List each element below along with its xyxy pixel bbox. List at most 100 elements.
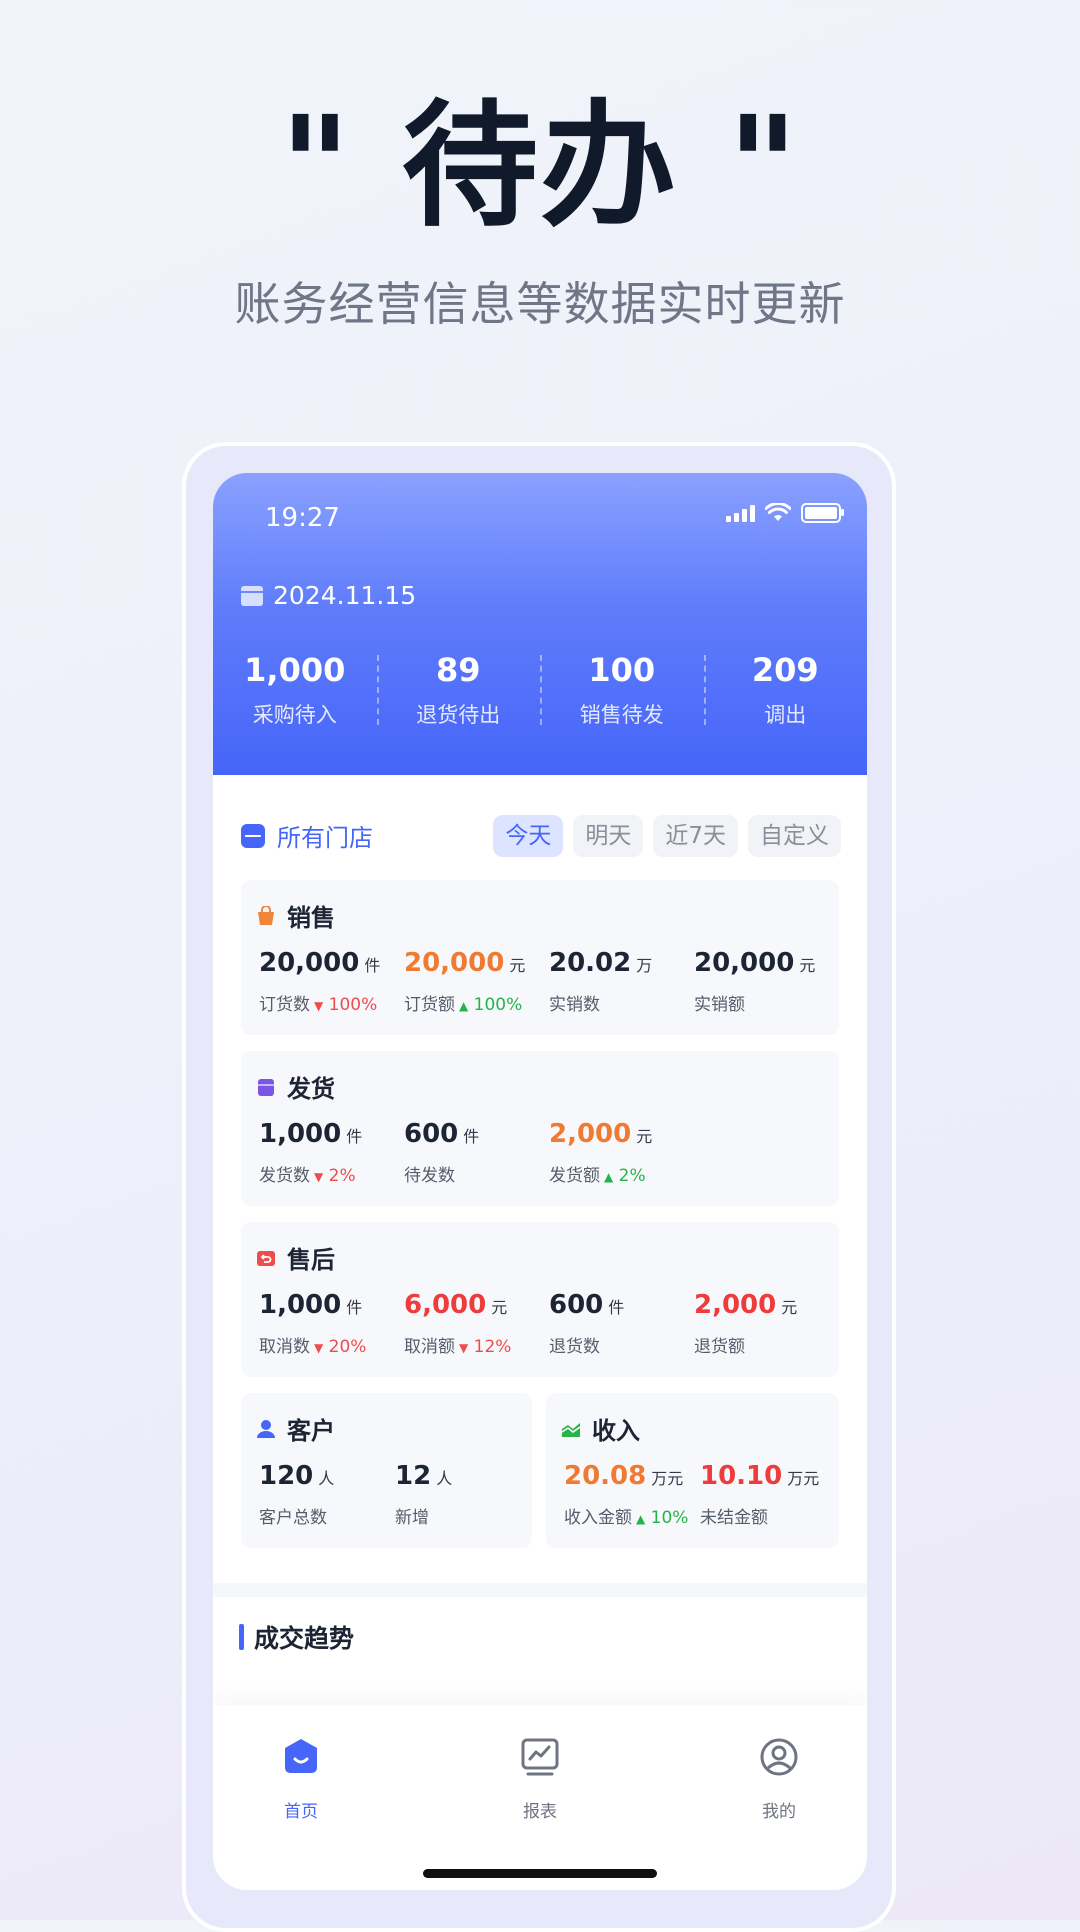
metric-unit: 件 <box>346 1298 363 1317</box>
metrics-row: 1,000 件 取消数 ▼ 20% 6,000 元 取消额 ▼ 12% 600 件 退货数… <box>259 1290 839 1357</box>
metric-label: 收入金额 <box>564 1508 632 1528</box>
metric-label: 退货数 <box>549 1337 600 1357</box>
income-card[interactable]: 收入 20.08 万元 收入金额 ▲ 10% 10.10 万元 未结金额 <box>546 1393 839 1548</box>
stat-label: 调出 <box>764 703 807 727</box>
after-sales-card[interactable]: 售后 1,000 件 取消数 ▼ 20% 6,000 元 取消额 ▼ 12% 600 件 … <box>241 1222 839 1377</box>
metric-label: 客户总数 <box>259 1508 327 1528</box>
stat-value: 100 <box>588 651 656 689</box>
metrics-row: 20,000 件 订货数 ▼ 100% 20,000 元 订货额 ▲ 100% 20.0… <box>259 948 839 1015</box>
metric-unit: 人 <box>436 1469 453 1488</box>
change-value: 12% <box>473 1337 512 1357</box>
metric-unit: 万元 <box>651 1469 684 1488</box>
sales-card[interactable]: 销售 20,000 件 订货数 ▼ 100% 20,000 元 订货额 ▲ 100% 2… <box>241 880 839 1035</box>
metric-label: 退货额 <box>694 1337 745 1357</box>
card-header: 客户 <box>255 1411 335 1446</box>
stat-label: 销售待发 <box>579 703 664 727</box>
metric-label: 待发数 <box>404 1166 455 1186</box>
status-time: 19:27 <box>265 503 340 533</box>
area-chart-icon <box>561 1422 581 1437</box>
title-accent-bar <box>239 1624 244 1650</box>
metric-label: 取消额 <box>404 1337 455 1357</box>
metric-label: 订货额 <box>404 995 455 1015</box>
metric-value: 20.08 <box>564 1461 647 1491</box>
metric-value: 20,000 <box>259 948 360 978</box>
stat-value: 1,000 <box>244 651 346 689</box>
change-value: 100% <box>328 995 378 1015</box>
tab-last-7-days[interactable]: 近7天 <box>653 815 738 857</box>
metric-cancel-amount: 6,000 元 取消额 ▼ 12% <box>404 1290 549 1357</box>
change-up: ▲ 100% <box>459 995 522 1015</box>
arrow-down-icon: ▼ <box>314 999 324 1013</box>
arrow-down-icon: ▼ <box>314 1170 324 1184</box>
change-down: ▼ 12% <box>459 1337 511 1357</box>
stat-label: 退货待出 <box>416 703 501 727</box>
profile-icon <box>760 1738 798 1776</box>
card-title: 收入 <box>592 1417 640 1445</box>
arrow-down-icon: ▼ <box>314 1341 324 1355</box>
metric-unit: 件 <box>463 1127 480 1146</box>
metric-value: 600 <box>549 1290 604 1320</box>
stat-return-out[interactable]: 89 退货待出 <box>376 651 541 729</box>
nav-label: 报表 <box>523 1802 557 1822</box>
metric-value: 120 <box>259 1461 314 1491</box>
metric-shipped-amount: 2,000 元 发货额 ▲ 2% <box>549 1119 694 1186</box>
change-value: 10% <box>650 1508 689 1528</box>
nav-label: 首页 <box>284 1802 318 1822</box>
metric-label: 订货数 <box>259 995 310 1015</box>
home-indicator <box>423 1869 657 1878</box>
store-selector[interactable]: 所有门店 <box>241 818 373 853</box>
metric-unit: 人 <box>318 1469 335 1488</box>
trend-section-header: 成交趋势 <box>239 1619 354 1655</box>
tab-custom[interactable]: 自定义 <box>748 815 841 857</box>
metric-unit: 元 <box>509 956 526 975</box>
metrics-row: 1,000 件 发货数 ▼ 2% 600 件 待发数 2,000 元 发货额 ▲ 2% <box>259 1119 839 1186</box>
change-down: ▼ 20% <box>314 1337 366 1357</box>
user-icon <box>257 1419 275 1438</box>
nav-profile[interactable]: 我的 <box>719 1737 839 1822</box>
stat-label: 采购待入 <box>252 703 337 727</box>
nav-home[interactable]: 首页 <box>241 1737 361 1822</box>
customers-card[interactable]: 客户 120 人 客户总数 12 人 新增 <box>241 1393 532 1548</box>
metric-unit: 件 <box>364 956 381 975</box>
change-value: 2% <box>328 1166 356 1186</box>
metric-label: 发货额 <box>549 1166 600 1186</box>
metric-value: 2,000 <box>694 1290 777 1320</box>
arrow-up-icon: ▲ <box>459 999 469 1013</box>
stat-value: 89 <box>435 651 481 689</box>
metric-unit: 万元 <box>787 1469 820 1488</box>
change-up: ▲ 2% <box>604 1166 646 1186</box>
hero-title: " 待办 " <box>279 88 801 246</box>
tab-tomorrow[interactable]: 明天 <box>573 815 644 857</box>
signal-icon <box>726 504 755 522</box>
metric-return-amount: 2,000 元 退货额 <box>694 1290 839 1357</box>
date-row[interactable]: 2024.11.15 <box>241 581 416 610</box>
card-header: 发货 <box>255 1069 335 1104</box>
arrow-up-icon: ▲ <box>636 1512 646 1526</box>
nav-reports[interactable]: 报表 <box>480 1737 600 1822</box>
shipping-card[interactable]: 发货 1,000 件 发货数 ▼ 2% 600 件 待发数 2,000 元 发货额 ▲ 2… <box>241 1051 839 1206</box>
nav-label: 我的 <box>762 1802 796 1822</box>
change-up: ▲ 10% <box>636 1508 688 1528</box>
bottom-tab-bar: 首页 报表 我的 <box>213 1705 867 1890</box>
metric-value: 10.10 <box>700 1461 783 1491</box>
stat-purchase-in[interactable]: 1,000 采购待入 <box>213 651 377 729</box>
store-name: 所有门店 <box>277 824 373 852</box>
card-header: 销售 <box>255 898 335 933</box>
tab-today[interactable]: 今天 <box>493 815 564 857</box>
metric-label: 新增 <box>395 1508 429 1528</box>
metric-label: 未结金额 <box>700 1508 768 1528</box>
stat-sales-pending[interactable]: 100 销售待发 <box>540 651 704 729</box>
metric-label: 发货数 <box>259 1166 310 1186</box>
metric-order-amount: 20,000 元 订货额 ▲ 100% <box>404 948 549 1015</box>
metric-new-customers: 12 人 新增 <box>395 1461 515 1528</box>
change-value: 2% <box>618 1166 646 1186</box>
card-title: 客户 <box>287 1417 335 1445</box>
metric-value: 12 <box>395 1461 432 1491</box>
metric-total-customers: 120 人 客户总数 <box>259 1461 395 1528</box>
metric-unit: 元 <box>636 1127 653 1146</box>
metric-cancel-count: 1,000 件 取消数 ▼ 20% <box>259 1290 404 1357</box>
metric-value: 2,000 <box>549 1119 632 1149</box>
arrow-up-icon: ▲ <box>604 1170 614 1184</box>
stat-transfer-out[interactable]: 209 调出 <box>703 651 868 729</box>
metric-unit: 万 <box>636 956 653 975</box>
